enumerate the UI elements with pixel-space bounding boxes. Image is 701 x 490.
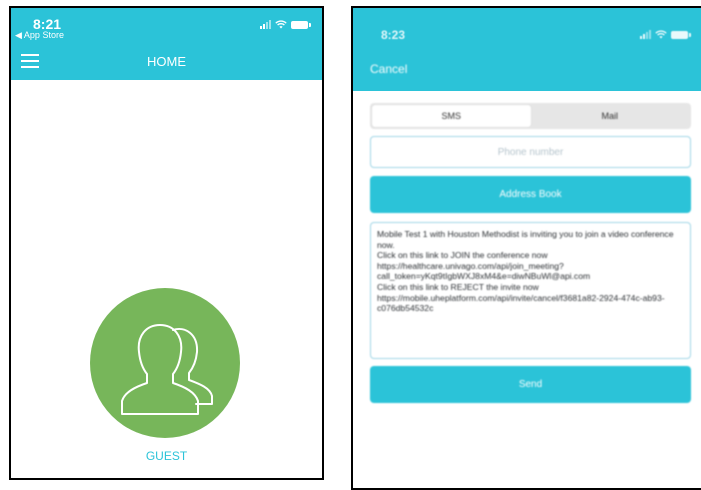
wifi-icon bbox=[275, 20, 287, 29]
phone-number-input[interactable]: Phone number bbox=[370, 136, 691, 168]
cancel-button[interactable]: Cancel bbox=[370, 62, 407, 76]
invite-message-textarea[interactable]: Mobile Test 1 with Houston Methodist is … bbox=[370, 222, 691, 359]
status-time: 8:23 bbox=[381, 28, 406, 42]
home-header-bar: 8:21 ◀ App Store HOME bbox=[11, 8, 322, 80]
signal-icon bbox=[260, 20, 271, 29]
users-icon bbox=[121, 324, 213, 415]
guest-label[interactable]: GUEST bbox=[11, 449, 322, 463]
invite-screen: 8:23 Cancel SMS Mail Phone number Addres… bbox=[351, 6, 701, 490]
wifi-icon bbox=[655, 30, 667, 39]
address-book-button[interactable]: Address Book bbox=[370, 176, 691, 213]
guest-avatar-button[interactable] bbox=[90, 288, 240, 438]
invite-header-bar: 8:23 Cancel bbox=[353, 8, 701, 91]
signal-icon bbox=[640, 30, 651, 39]
home-screen: 8:21 ◀ App Store HOME GUEST bbox=[9, 6, 324, 480]
invite-method-segmented-control: SMS Mail bbox=[370, 103, 691, 129]
send-button[interactable]: Send bbox=[370, 366, 691, 403]
battery-icon bbox=[671, 31, 691, 39]
battery-icon bbox=[291, 21, 311, 29]
tab-mail[interactable]: Mail bbox=[531, 105, 690, 127]
status-icons bbox=[640, 30, 691, 39]
status-icons bbox=[260, 20, 311, 29]
back-to-app-store-link[interactable]: ◀ App Store bbox=[15, 30, 64, 41]
page-title: HOME bbox=[147, 54, 186, 69]
tab-sms[interactable]: SMS bbox=[372, 105, 531, 127]
